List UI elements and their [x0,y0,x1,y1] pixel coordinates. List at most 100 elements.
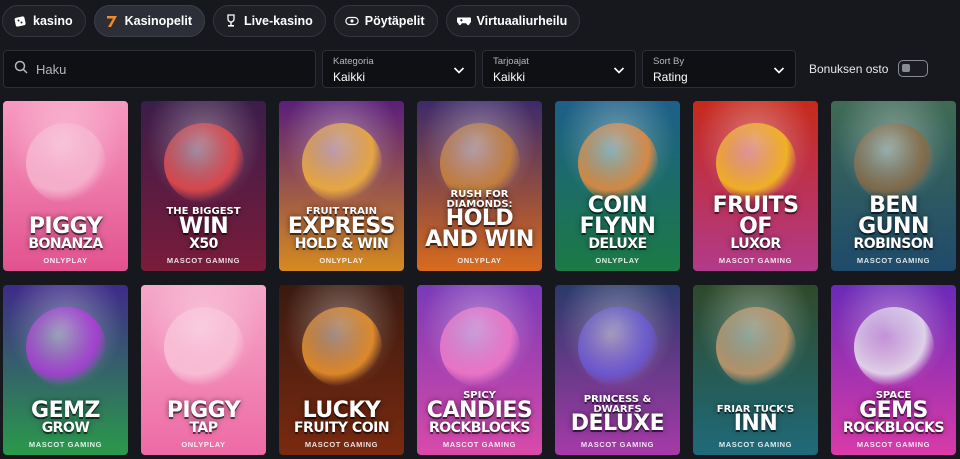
game-card[interactable]: GEMZ GROW MASCOT GAMING [3,285,128,455]
game-card[interactable]: FRUIT TRAIN EXPRESS HOLD & WIN ONLYPLAY [279,101,404,271]
game-title: LUCKY FRUITY COIN [283,397,400,436]
game-provider: ONLYPLAY [457,256,502,265]
game-card[interactable]: THE BIGGEST WIN X50 MASCOT GAMING [141,101,266,271]
game-provider: ONLYPLAY [181,440,226,449]
game-card[interactable]: PIGGY BONANZA ONLYPLAY [3,101,128,271]
game-title: THE BIGGEST WIN X50 [145,207,262,251]
game-card[interactable]: SPACE GEMS ROCKBLOCKS MASCOT GAMING [831,285,956,455]
game-title: COIN FLYNN DELUXE [559,192,676,252]
bonus-buy-label: Bonuksen osto [809,61,889,76]
game-title: PIGGY BONANZA [7,213,124,252]
game-title-main: CANDIES [426,397,533,423]
game-card[interactable]: FRUITS OF LUXOR MASCOT GAMING [693,101,818,271]
tab-virtuaaliurheilu[interactable]: Virtuaaliurheilu [445,5,581,37]
game-artwork [853,307,934,387]
game-card[interactable]: BEN GUNN ROBINSON MASCOT GAMING [831,101,956,271]
game-card[interactable]: SPICY CANDIES ROCKBLOCKS MASCOT GAMING [417,285,542,455]
game-provider: MASCOT GAMING [304,440,379,449]
game-card[interactable]: PIGGY TAP ONLYPLAY [141,285,266,455]
game-provider: MASCOT GAMING [166,256,241,265]
search-input[interactable] [36,61,296,77]
game-provider: ONLYPLAY [43,256,88,265]
bonus-buy-filter: Bonuksen osto [809,60,929,77]
dice-icon [13,14,27,28]
search-icon [14,60,28,79]
game-title-main: INN [733,411,778,437]
game-title-sub: BONANZA [28,235,103,252]
game-provider: ONLYPLAY [595,256,640,265]
chevron-down-icon [613,67,625,74]
game-title-sub: GROW [41,419,90,436]
game-title-main: GEMZ [31,397,100,423]
game-grid: PIGGY BONANZA ONLYPLAY THE BIGGEST WIN X50 MAS… [3,101,956,455]
game-title: SPICY CANDIES ROCKBLOCKS [421,391,538,435]
providers-select-label: Tarjoajat [493,56,529,67]
tab-label: Virtuaaliurheilu [476,14,568,28]
game-provider: MASCOT GAMING [442,440,517,449]
game-title-main: EXPRESS [287,213,396,239]
tab-label: Kasinopelit [124,14,192,28]
bonus-buy-toggle[interactable] [898,60,929,77]
game-card[interactable]: PRINCESS & DWARFS DELUXE MASCOT GAMING [555,285,680,455]
filter-bar: Kategoria Kaikki Tarjoajat Kaikki Sort B… [3,50,960,88]
game-title-sub: TAP [189,419,218,436]
game-artwork [853,123,934,203]
game-title: BEN GUNN ROBINSON [835,192,952,252]
game-title-main: DELUXE [570,411,665,437]
chips-icon [345,14,359,28]
game-title-main: FRUITS OF [712,192,799,239]
game-title-main: WIN [178,213,229,239]
game-title-sub: FRUITY COIN [293,419,390,436]
chevron-down-icon [773,67,785,74]
game-title: RUSH FOR DIAMONDS: HOLD AND WIN [421,190,538,251]
seven-icon [105,14,119,28]
tab-label: kasino [33,14,73,28]
game-card[interactable]: RUSH FOR DIAMONDS: HOLD AND WIN ONLYPLAY [417,101,542,271]
game-provider: MASCOT GAMING [580,440,655,449]
game-title-sub: ROBINSON [853,235,934,252]
game-card[interactable]: COIN FLYNN DELUXE ONLYPLAY [555,101,680,271]
providers-select[interactable]: Tarjoajat Kaikki [482,50,636,88]
game-title-sub: ROCKBLOCKS [428,419,531,436]
chevron-down-icon [453,67,465,74]
game-title-sub: DELUXE [588,235,647,252]
game-card[interactable]: FRIAR TUCK'S INN MASCOT GAMING [693,285,818,455]
game-artwork [715,307,796,387]
game-title: PRINCESS & DWARFS DELUXE [559,395,676,435]
game-artwork [163,123,244,203]
game-title-sub: ROCKBLOCKS [842,419,945,436]
providers-select-value: Kaikki [493,70,526,84]
category-select-label: Kategoria [333,56,374,67]
tab-pöytäpelit[interactable]: Pöytäpelit [333,5,438,37]
category-select[interactable]: Kategoria Kaikki [322,50,476,88]
game-artwork [25,307,106,387]
tab-kasinopelit[interactable]: Kasinopelit [93,5,205,37]
sort-select[interactable]: Sort By Rating [642,50,796,88]
game-card[interactable]: LUCKY FRUITY COIN MASCOT GAMING [279,285,404,455]
game-provider: MASCOT GAMING [718,256,793,265]
game-title-main: BEN GUNN [858,192,929,239]
game-title-sub: HOLD & WIN [294,235,389,252]
tab-kasino[interactable]: kasino [2,5,86,37]
trophy-icon [224,14,238,28]
game-title-main: LUCKY [302,397,381,423]
game-title: FRUIT TRAIN EXPRESS HOLD & WIN [283,207,400,251]
sort-select-label: Sort By [653,56,685,67]
category-select-value: Kaikki [333,70,366,84]
game-title-main: PIGGY [166,397,241,423]
game-title: SPACE GEMS ROCKBLOCKS [835,391,952,435]
game-artwork [25,123,106,203]
game-artwork [577,307,658,387]
game-title-main: COIN FLYNN [579,192,656,239]
game-artwork [163,307,244,387]
search-box[interactable] [3,50,316,88]
tab-live-kasino[interactable]: Live-kasino [212,5,326,37]
game-provider: MASCOT GAMING [856,256,931,265]
game-provider: MASCOT GAMING [718,440,793,449]
gamepad-icon [456,14,471,28]
game-title: GEMZ GROW [7,397,124,436]
game-title-main: PIGGY [28,213,103,239]
game-provider: ONLYPLAY [319,256,364,265]
category-tabs: kasino Kasinopelit Live-kasino Pöytäpelit Vi… [2,5,581,37]
game-artwork [301,307,382,387]
